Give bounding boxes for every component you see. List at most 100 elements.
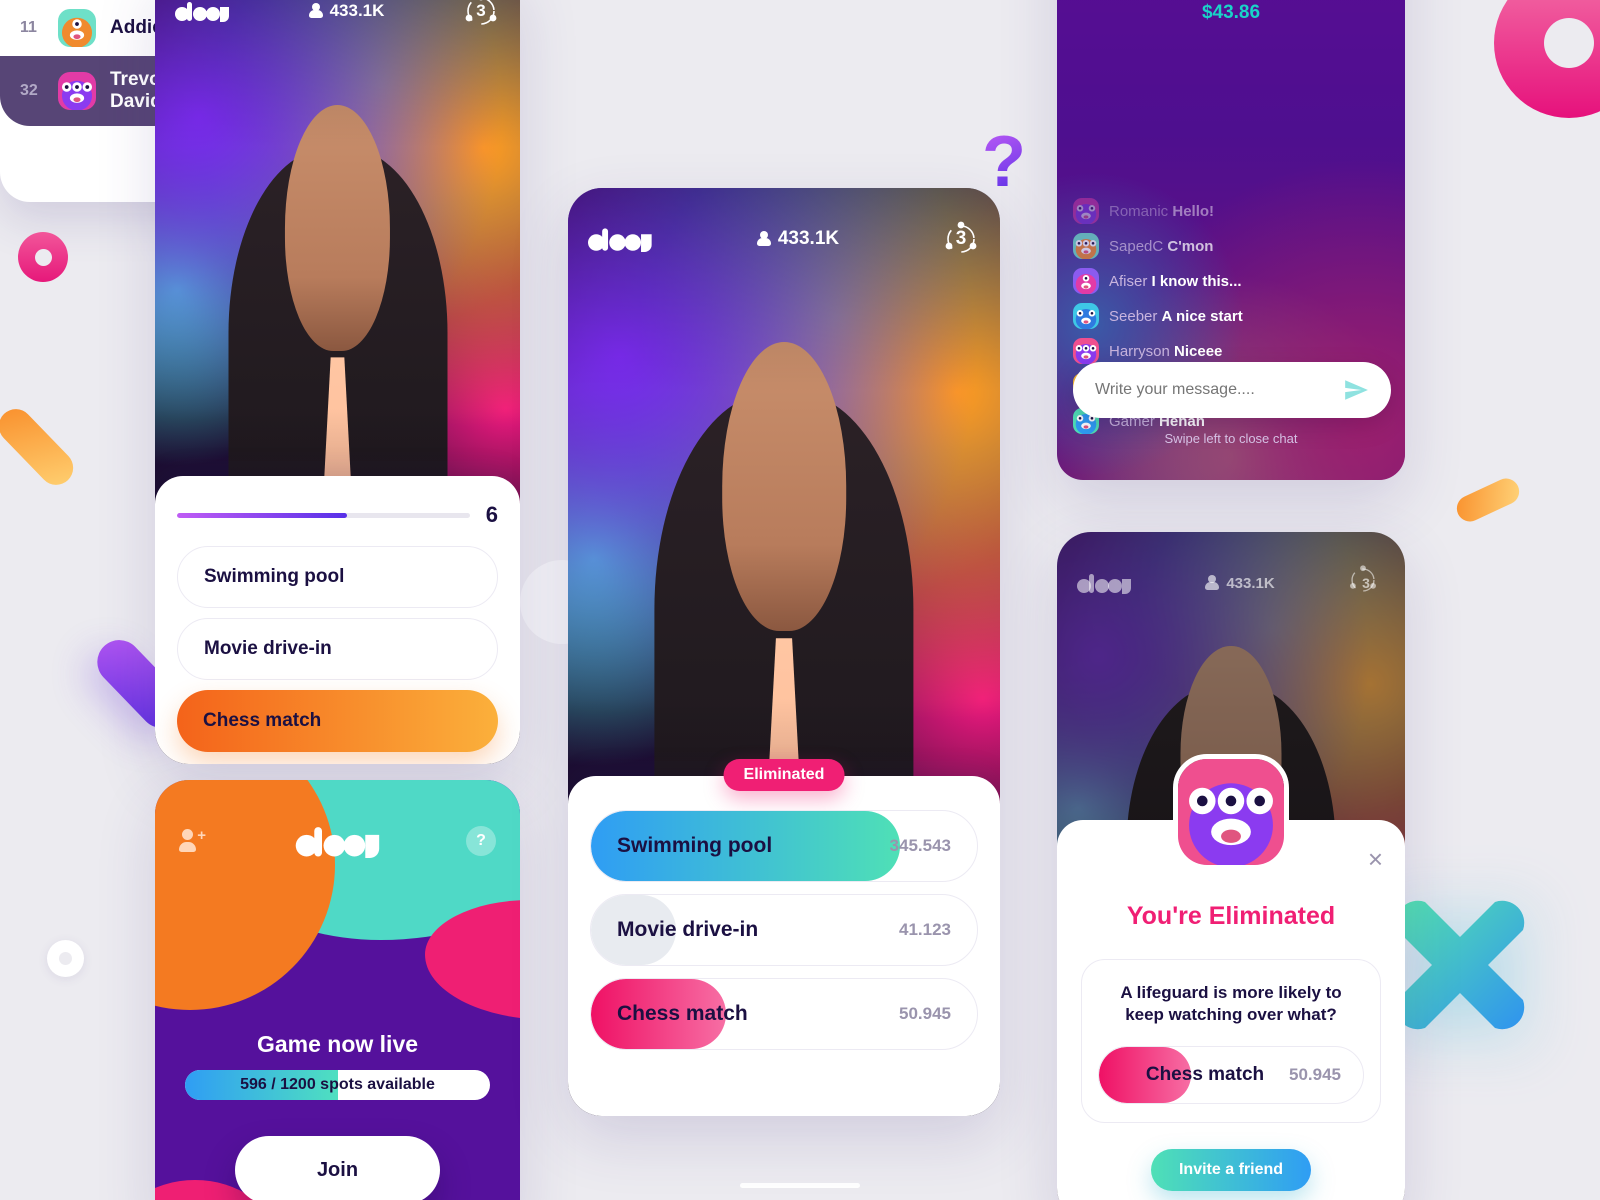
chat-username: Afiser	[1109, 272, 1148, 290]
result-bar-list: Swimming pool 345.543 Movie drive-in 41.…	[590, 776, 978, 1050]
chat-body: C'mon	[1167, 237, 1214, 255]
stream-header: 433.1K 3	[568, 206, 1000, 272]
stream-header: 433.1K 3	[155, 0, 520, 44]
result-bar-value: 50.945	[1289, 1065, 1341, 1085]
game-status-title: Game now live	[256, 1031, 419, 1057]
answer-option[interactable]: Movie drive-in	[177, 618, 498, 680]
avatar	[1073, 303, 1099, 329]
chat-panel: Lawrence $43.86 Jacob $43.86 Ralph $43.8…	[1057, 0, 1405, 480]
eleq-logo-icon[interactable]	[588, 226, 654, 252]
send-icon[interactable]	[1343, 377, 1369, 403]
result-bar-label: Swimming pool	[617, 834, 773, 857]
eliminated-screen-phone: 433.1K 3 × You're Eliminated A lifeguard…	[1057, 532, 1405, 1200]
timer-row: 6	[177, 502, 498, 528]
timer-track	[177, 512, 470, 518]
add-user-icon[interactable]: +	[179, 828, 211, 854]
result-bar-value: 345.543	[889, 836, 951, 855]
timer-fill	[177, 512, 347, 518]
prize-winner-cash: $43.86	[1201, 2, 1261, 23]
result-bar[interactable]: Movie drive-in 41.123	[590, 894, 978, 966]
eliminated-result-card: A lifeguard is more likely to keep watch…	[1081, 959, 1381, 1124]
swipe-hint: Swipe left to close chat	[1164, 431, 1298, 446]
chat-username: Seeber	[1109, 307, 1158, 325]
timer-value: 6	[485, 502, 498, 527]
lives-indicator[interactable]: 3	[1347, 564, 1385, 602]
list-item: Romanic Hello!	[1073, 198, 1393, 224]
answer-sheet: 6 Swimming pool Movie drive-in Chess mat…	[155, 476, 520, 764]
viewer-count: 433.1K	[308, 1, 385, 21]
rank: 32	[20, 82, 38, 99]
result-bar: Chess match 50.945	[1098, 1046, 1364, 1105]
chat-username: Romanic	[1109, 202, 1169, 220]
large-pink-donut-decoration	[1494, 0, 1600, 118]
avatar	[1173, 754, 1289, 870]
chat-message: Afiser I know this...	[1109, 273, 1242, 290]
eliminated-question: A lifeguard is more likely to keep watch…	[1098, 982, 1364, 1026]
chat-body: Niceee	[1174, 342, 1223, 360]
orange-blob	[155, 780, 335, 1010]
chat-username: SapedC	[1109, 237, 1164, 255]
list-item: Harryson Niceee	[1073, 338, 1393, 364]
spots-progress: 596 / 1200 spots available	[185, 1070, 490, 1100]
lives-indicator[interactable]: 3	[942, 220, 980, 258]
avatar	[58, 72, 96, 110]
vote-screen-phone: 433.1K 3 A lifeguard is more likely to k…	[155, 0, 520, 764]
orange-pill-decoration-2	[1452, 474, 1524, 526]
answer-option-list: Swimming pool Movie drive-in Chess match	[177, 546, 498, 752]
rank: 11	[20, 19, 37, 36]
chat-input-bar[interactable]	[1073, 362, 1391, 418]
avatar	[1073, 338, 1099, 364]
eliminated-title: You're Eliminated	[1126, 902, 1336, 930]
result-bar-label: Chess match	[1145, 1064, 1265, 1086]
list-item: Afiser I know this...	[1073, 268, 1393, 294]
answer-option-label: Movie drive-in	[204, 638, 332, 659]
result-bar-value: 41.123	[899, 920, 951, 939]
chat-username: Harryson	[1109, 342, 1170, 360]
chat-message: SapedC C'mon	[1109, 238, 1213, 255]
white-ring-decoration	[47, 940, 84, 977]
join-screen-phone: + ? Game now live 596 / 1200 spots avail…	[155, 780, 520, 1200]
person-icon	[756, 231, 771, 247]
results-screen-phone: 433.1K 3 A lifeguard is more likely to k…	[568, 188, 1000, 1116]
list-item: SapedC C'mon	[1073, 233, 1393, 259]
avatar	[1073, 198, 1099, 224]
join-button[interactable]: Join	[235, 1136, 440, 1200]
result-bar-label: Chess match	[617, 1002, 748, 1025]
chat-body: A nice start	[1161, 307, 1243, 325]
eleq-logo-icon[interactable]	[1077, 572, 1133, 594]
join-body: Game now live 596 / 1200 spots available…	[155, 1031, 520, 1200]
join-header: + ?	[155, 824, 520, 858]
list-item: Seeber A nice start	[1073, 303, 1393, 329]
teal-cross-decoration	[1385, 890, 1535, 1040]
result-bar[interactable]: Chess match 50.945	[590, 978, 978, 1050]
eleq-logo-icon[interactable]	[175, 0, 231, 22]
chat-message: Harryson Niceee	[1109, 343, 1222, 360]
eliminated-badge: Eliminated	[723, 759, 845, 791]
avatar	[58, 9, 96, 47]
viewer-count-value: 433.1K	[329, 1, 385, 20]
answer-option[interactable]: Swimming pool	[177, 546, 498, 608]
results-sheet: Eliminated Swimming pool 345.543 Movie d…	[568, 759, 1000, 1116]
result-bar[interactable]: Swimming pool 345.543	[590, 810, 978, 882]
viewer-count: 433.1K	[756, 228, 840, 250]
viewer-count-value: 433.1K	[777, 228, 840, 249]
chat-input[interactable]	[1095, 381, 1343, 399]
help-icon[interactable]: ?	[466, 826, 496, 856]
prize-winner[interactable]: Jacob $43.86	[1169, 0, 1293, 24]
answer-option-label: Swimming pool	[204, 566, 345, 587]
invite-a-friend-button[interactable]: Invite a friend	[1151, 1149, 1311, 1192]
answer-option[interactable]: Chess match	[177, 690, 498, 752]
result-bar-label: Movie drive-in	[617, 918, 759, 941]
viewer-count-value: 433.1K	[1226, 574, 1275, 592]
lives-indicator[interactable]: 3	[462, 0, 500, 30]
eleq-logo-icon[interactable]	[295, 824, 383, 858]
close-icon[interactable]: ×	[1368, 846, 1383, 872]
pink-donut-decoration	[18, 232, 68, 282]
chat-body: I know this...	[1151, 272, 1242, 290]
orange-pill-decoration	[0, 402, 81, 492]
chat-message: Romanic Hello!	[1109, 203, 1214, 220]
lives-count: 3	[476, 1, 486, 20]
eliminated-modal: × You're Eliminated A lifeguard is more …	[1057, 754, 1405, 1200]
stream-header: 433.1K 3	[1057, 550, 1405, 616]
result-bar-value: 50.945	[899, 1004, 951, 1023]
